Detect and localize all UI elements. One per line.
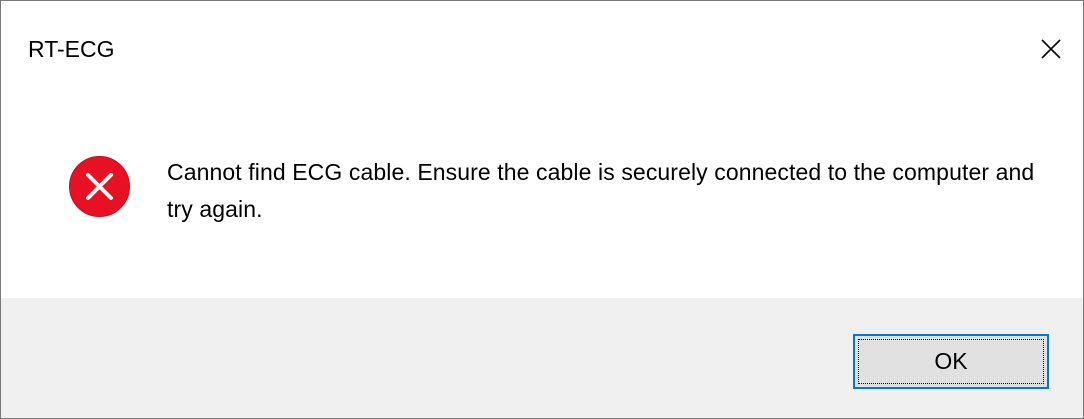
window-title: RT-ECG bbox=[28, 36, 115, 62]
error-dialog: RT-ECG Cannot find ECG cable. Ensure the… bbox=[0, 0, 1084, 419]
button-bar: OK bbox=[1, 298, 1083, 418]
title-bar: RT-ECG bbox=[1, 1, 1083, 97]
error-message: Cannot find ECG cable. Ensure the cable … bbox=[167, 159, 1035, 222]
dialog-content: Cannot find ECG cable. Ensure the cable … bbox=[1, 97, 1083, 298]
ok-button-label: OK bbox=[934, 348, 968, 374]
ok-button[interactable]: OK bbox=[853, 334, 1049, 389]
close-button[interactable] bbox=[1019, 1, 1083, 97]
error-icon bbox=[68, 155, 131, 218]
close-icon bbox=[1041, 39, 1061, 59]
